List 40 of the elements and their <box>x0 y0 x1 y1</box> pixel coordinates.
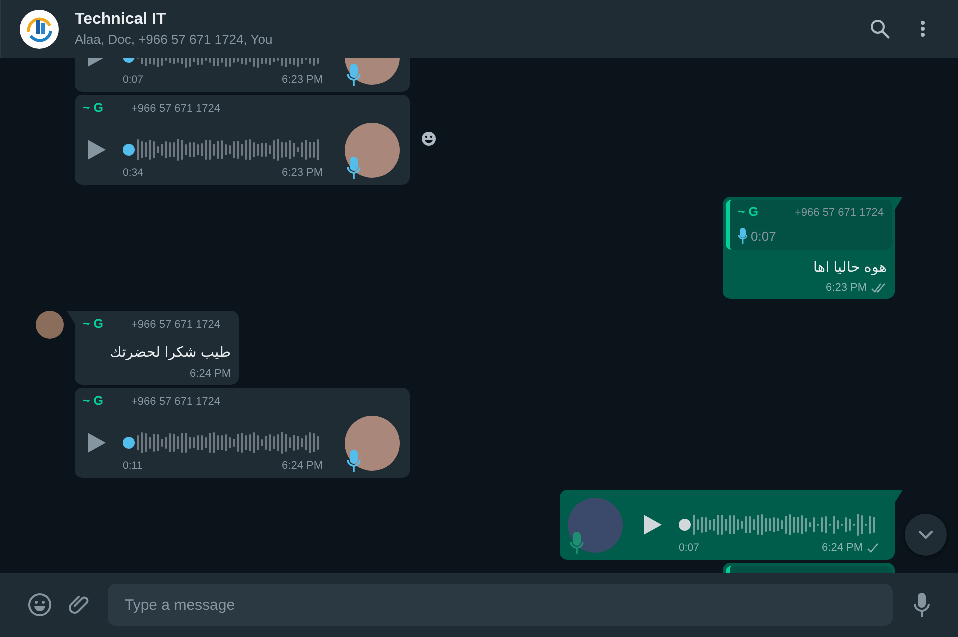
voice-duration: 0:34 <box>123 167 144 179</box>
menu-icon[interactable] <box>920 20 926 38</box>
chat-title: Technical IT <box>75 11 168 29</box>
chevron-down-icon <box>918 530 934 540</box>
play-button[interactable] <box>87 139 107 161</box>
sender-name: ~ G <box>83 317 104 331</box>
voice-duration: 0:07 <box>751 228 776 244</box>
sender-phone: +966 57 671 1724 <box>132 319 221 331</box>
sender-name: ~ G <box>738 205 758 219</box>
message-time: 6:24 PM <box>822 542 863 554</box>
message-time: 6:24 PM <box>282 460 323 472</box>
playback-dot[interactable] <box>123 144 135 156</box>
voice-duration: 0:07 <box>679 542 700 554</box>
message-input[interactable]: Type a message <box>108 584 893 626</box>
sender-phone: +966 57 671 1724 <box>794 207 884 219</box>
play-button[interactable] <box>643 514 663 536</box>
scroll-down-button[interactable] <box>905 514 947 556</box>
playback-dot[interactable] <box>679 519 691 531</box>
group-logo-icon[interactable] <box>20 10 59 48</box>
voice-duration: 0:11 <box>123 460 143 472</box>
microphone-icon <box>738 228 748 244</box>
avatar-photo[interactable] <box>36 311 64 339</box>
sender-name: ~ G <box>83 394 104 408</box>
microphone-icon[interactable] <box>913 592 931 618</box>
message-time: 6:23 PM <box>826 282 867 294</box>
participants-list: Alaa, Doc, +966 57 671 1724, You <box>75 32 870 47</box>
message-time: 6:24 PM <box>190 368 231 380</box>
message-time: 6:23 PM <box>282 167 323 179</box>
emoji-icon[interactable] <box>28 593 52 617</box>
sender-name: ~ G <box>83 101 104 115</box>
voice-duration: 0:07 <box>123 74 144 86</box>
sender-phone: +966 57 671 1724 <box>132 103 221 115</box>
message-text: هوه حاليا اها <box>812 259 888 278</box>
search-icon[interactable] <box>870 19 890 39</box>
message-text: طيب شكرا لحضرتك <box>108 344 231 363</box>
playback-dot[interactable] <box>123 437 135 449</box>
sender-phone: +966 57 671 1724 <box>132 396 221 408</box>
message-time: 6:23 PM <box>282 74 323 86</box>
play-button[interactable] <box>87 432 107 454</box>
smiley-icon[interactable] <box>421 131 437 147</box>
